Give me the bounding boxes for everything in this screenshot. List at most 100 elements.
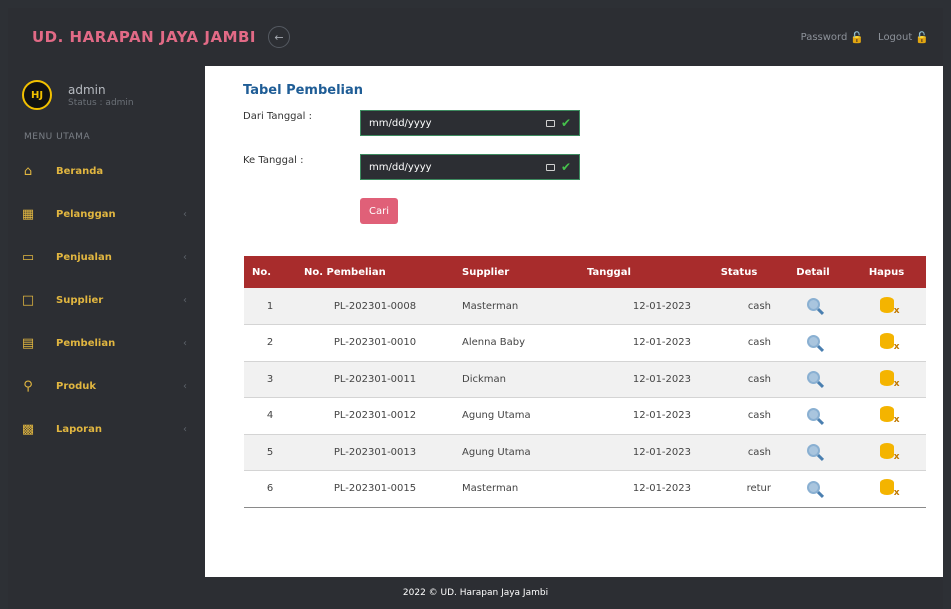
cell-kode: PL-202301-0015 xyxy=(296,470,454,508)
header-tanggal: Tanggal xyxy=(579,256,699,288)
cell-tanggal: 12-01-2023 xyxy=(579,324,699,362)
logout-label: Logout xyxy=(878,31,913,43)
header-no-pembelian: No. Pembelian xyxy=(296,256,454,288)
cell-status: cash xyxy=(699,288,779,325)
magnifier-icon[interactable] xyxy=(806,371,820,385)
lock-icon: 🔓 xyxy=(850,30,865,44)
database-delete-icon[interactable] xyxy=(879,333,900,352)
table-row: 5 PL-202301-0013 Agung Utama 12-01-2023 … xyxy=(244,434,926,471)
database-delete-icon[interactable] xyxy=(879,369,900,389)
unlock-icon: 🔓 xyxy=(915,30,929,44)
sidebar-item-produk[interactable]: ⚲ Produk ‹ xyxy=(8,365,205,408)
home-icon: ⌂ xyxy=(23,164,33,179)
brand-title[interactable]: UD. HARAPAN JAYA JAMBI xyxy=(32,28,256,46)
magnifier-icon[interactable] xyxy=(806,334,820,348)
cell-tanggal: 12-01-2023 xyxy=(579,361,699,398)
database-delete-icon[interactable] xyxy=(879,442,900,462)
sidebar-item-label: Produk xyxy=(56,381,97,392)
profile-info: admin Status : admin xyxy=(68,83,134,108)
cell-detail xyxy=(779,288,847,325)
sidebar-item-beranda[interactable]: ⌂ Beranda xyxy=(8,150,205,193)
grid-icon: ▦ xyxy=(21,207,35,222)
cell-hapus xyxy=(847,288,926,325)
top-right-links: Password 🔓 Logout 🔓 xyxy=(801,31,929,44)
user-status: Status : admin xyxy=(68,97,134,108)
from-date-label: Dari Tanggal : xyxy=(243,111,312,122)
sidebar-item-label: Supplier xyxy=(56,295,104,306)
purchase-table: No. No. Pembelian Supplier Tanggal Statu… xyxy=(244,256,926,508)
database-delete-icon[interactable] xyxy=(879,296,900,316)
cell-status: cash xyxy=(699,324,779,362)
database-delete-icon[interactable] xyxy=(879,406,900,425)
from-date-input[interactable]: mm/dd/yyyy ✔ xyxy=(360,110,580,136)
cell-hapus xyxy=(847,361,926,398)
sidebar-item-label: Beranda xyxy=(56,166,104,177)
cell-hapus xyxy=(847,324,926,362)
cell-tanggal: 12-01-2023 xyxy=(579,470,699,508)
cell-no: 4 xyxy=(244,397,296,435)
magnifier-icon[interactable] xyxy=(806,407,820,421)
cell-supplier: Agung Utama xyxy=(454,397,579,435)
table-header-row: No. No. Pembelian Supplier Tanggal Statu… xyxy=(244,256,926,288)
cell-status: retur xyxy=(699,470,779,508)
cell-supplier: Dickman xyxy=(454,361,579,398)
chevron-left-icon: ‹ xyxy=(183,295,187,306)
magnifier-icon[interactable] xyxy=(806,298,820,311)
table-row: 2 PL-202301-0010 Alenna Baby 12-01-2023 … xyxy=(244,324,926,362)
to-date-input[interactable]: mm/dd/yyyy ✔ xyxy=(360,154,580,180)
cell-tanggal: 12-01-2023 xyxy=(579,397,699,435)
arrow-left-icon: ← xyxy=(274,30,284,44)
sidebar-toggle-button[interactable]: ← xyxy=(268,26,291,48)
table-row: 4 PL-202301-0012 Agung Utama 12-01-2023 … xyxy=(244,397,926,435)
search-button[interactable]: Cari xyxy=(360,198,398,224)
cell-hapus xyxy=(847,397,926,435)
sidebar-item-supplier[interactable]: □ Supplier ‹ xyxy=(8,279,205,322)
chevron-left-icon: ‹ xyxy=(183,381,187,392)
user-profile: HJ admin Status : admin xyxy=(8,66,205,110)
header-supplier: Supplier xyxy=(454,256,579,288)
cell-tanggal: 12-01-2023 xyxy=(579,288,699,325)
calendar-icon[interactable] xyxy=(545,119,555,127)
calendar-icon[interactable] xyxy=(545,163,555,171)
sidebar-item-label: Pembelian xyxy=(56,338,116,349)
cell-kode: PL-202301-0011 xyxy=(296,361,454,398)
check-icon: ✔ xyxy=(560,160,571,174)
window-icon: ▭ xyxy=(21,250,35,265)
magnifier-icon[interactable] xyxy=(806,480,820,494)
chevron-left-icon: ‹ xyxy=(183,209,187,220)
cell-hapus xyxy=(847,434,926,471)
database-delete-icon[interactable] xyxy=(879,479,900,498)
date-placeholder: mm/dd/yyyy xyxy=(369,161,432,173)
page-title: Tabel Pembelian xyxy=(243,83,364,98)
sidebar-item-pembelian[interactable]: ▤ Pembelian ‹ xyxy=(8,322,205,365)
header-no: No. xyxy=(244,256,296,288)
sidebar-item-penjualan[interactable]: ▭ Penjualan ‹ xyxy=(8,236,205,279)
sidebar-item-pelanggan[interactable]: ▦ Pelanggan ‹ xyxy=(8,193,205,236)
password-label: Password xyxy=(800,31,848,43)
cell-no: 6 xyxy=(244,470,296,508)
cell-hapus xyxy=(847,470,926,508)
cell-kode: PL-202301-0010 xyxy=(296,324,454,362)
sidebar-item-label: Pelanggan xyxy=(56,209,116,220)
footer: 2022 © UD. Harapan Jaya Jambi xyxy=(8,577,943,609)
table-row: 6 PL-202301-0015 Masterman 12-01-2023 re… xyxy=(244,470,926,508)
header-status: Status xyxy=(699,256,779,288)
table-row: 1 PL-202301-0008 Masterman 12-01-2023 ca… xyxy=(244,288,926,325)
magnifier-icon[interactable] xyxy=(806,444,820,458)
cell-no: 1 xyxy=(244,288,296,325)
cell-no: 3 xyxy=(244,361,296,398)
avatar: HJ xyxy=(22,80,52,110)
top-navbar: UD. HARAPAN JAYA JAMBI ← Password 🔓 Logo… xyxy=(8,8,943,66)
sidebar: HJ admin Status : admin MENU UTAMA ⌂ Ber… xyxy=(8,66,205,577)
check-icon: ✔ xyxy=(560,116,571,130)
password-link[interactable]: Password 🔓 xyxy=(801,31,864,44)
chevron-left-icon: ‹ xyxy=(183,252,187,263)
sidebar-item-laporan[interactable]: ▩ Laporan ‹ xyxy=(8,408,205,451)
clipboard-icon: ▤ xyxy=(21,336,35,351)
header-hapus: Hapus xyxy=(847,256,926,288)
cell-detail xyxy=(779,397,847,435)
logout-link[interactable]: Logout 🔓 xyxy=(878,31,929,44)
monitor-icon: □ xyxy=(21,293,35,308)
to-date-label: Ke Tanggal : xyxy=(243,155,304,166)
cell-tanggal: 12-01-2023 xyxy=(579,434,699,471)
